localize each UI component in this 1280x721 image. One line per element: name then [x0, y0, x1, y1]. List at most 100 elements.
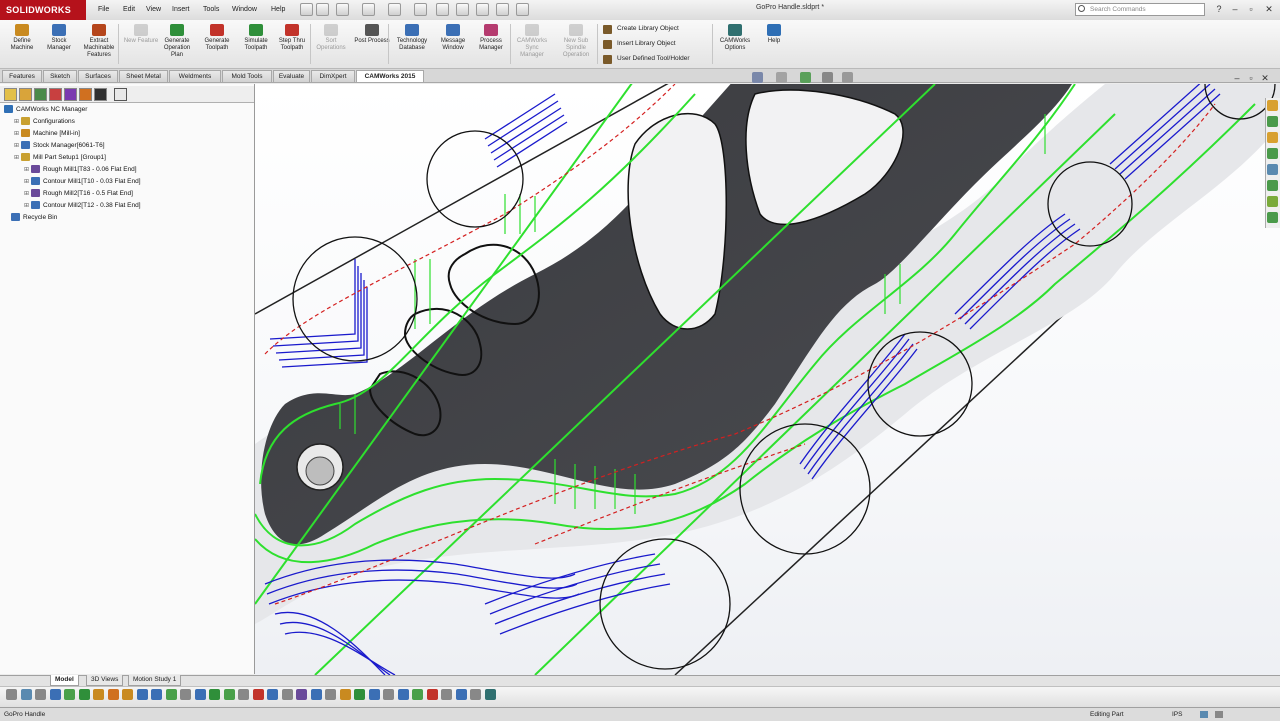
- menu-file[interactable]: File: [98, 3, 109, 17]
- file-explorer-icon[interactable]: [1267, 132, 1278, 143]
- expand-icon[interactable]: ⊞: [14, 128, 21, 140]
- options-icon[interactable]: [496, 3, 509, 16]
- minimize-button[interactable]: –: [1228, 3, 1242, 16]
- expand-icon[interactable]: ⊞: [14, 140, 21, 152]
- create-library-object-button[interactable]: Create Library Object: [603, 22, 679, 36]
- resources-icon[interactable]: [1267, 100, 1278, 111]
- camworks-tool-icon[interactable]: [281, 689, 293, 700]
- menu-help[interactable]: Help: [271, 3, 285, 17]
- bottom-tab-3d-views[interactable]: 3D Views: [86, 675, 124, 686]
- tab-mold-tools[interactable]: Mold Tools: [222, 70, 272, 82]
- graphics-viewport[interactable]: [255, 84, 1280, 675]
- camworks-tool-icon[interactable]: [267, 689, 278, 700]
- status-units[interactable]: IPS: [1172, 708, 1182, 721]
- menu-window[interactable]: Window: [232, 3, 257, 17]
- camworks-tool-icon[interactable]: [310, 689, 322, 700]
- tab-surfaces[interactable]: Surfaces: [78, 70, 118, 82]
- zoom-to-fit-icon[interactable]: [752, 72, 763, 83]
- viewport-minimize-button[interactable]: –: [1230, 72, 1244, 85]
- camworks-tool-icon[interactable]: [122, 689, 133, 700]
- stock-manager-button[interactable]: Stock Manager: [40, 22, 78, 52]
- open-icon[interactable]: [336, 3, 349, 16]
- camworks-tool-icon[interactable]: [93, 689, 104, 700]
- camworks-tool-icon[interactable]: [180, 689, 191, 700]
- generate-toolpath-button[interactable]: Generate Toolpath: [198, 22, 236, 52]
- view-palette-icon[interactable]: [1267, 148, 1278, 159]
- print-icon[interactable]: [388, 3, 401, 16]
- camworks-tool-icon[interactable]: [209, 689, 220, 700]
- save-icon[interactable]: [362, 3, 375, 16]
- view-settings-icon[interactable]: [842, 72, 853, 83]
- tree-item-machine-mill-in[interactable]: ⊞ Machine [Mill-in]: [14, 128, 80, 140]
- tree-item-configurations[interactable]: ⊞ Configurations: [14, 116, 75, 128]
- tab-evaluate[interactable]: Evaluate: [273, 70, 310, 82]
- display-style-icon[interactable]: [822, 72, 833, 83]
- camworks-tool-icon[interactable]: [412, 689, 423, 700]
- insert-library-object-button[interactable]: Insert Library Object: [603, 37, 676, 51]
- camworks-tool-icon[interactable]: [78, 689, 90, 700]
- tree-root-camworks-nc-manager[interactable]: CAMWorks NC Manager: [4, 104, 87, 116]
- camworks-tool-icon[interactable]: [107, 689, 119, 700]
- solidworks-forum-icon[interactable]: [1267, 196, 1278, 207]
- camworks-tool-icon[interactable]: [151, 689, 162, 700]
- camworks-tool-icon[interactable]: [64, 689, 75, 700]
- view-orientation-icon[interactable]: [800, 72, 811, 83]
- camworks-feature-tab-icon[interactable]: [79, 88, 92, 101]
- pin-icon[interactable]: [300, 3, 313, 16]
- camworks-icon[interactable]: [1267, 212, 1278, 223]
- extract-machinable-features-button[interactable]: Extract Machinable Features: [80, 22, 118, 59]
- tree-item-contour-mill2-t12-0-38-flat-end[interactable]: ⊞ Contour Mill2[T12 - 0.38 Flat End]: [24, 200, 141, 212]
- generate-operation-plan-button[interactable]: Generate Operation Plan: [158, 22, 196, 59]
- camworks-tool-icon[interactable]: [325, 689, 336, 700]
- solidworks-logo[interactable]: SOLIDWORKS: [0, 0, 86, 20]
- camworks-tool-icon[interactable]: [484, 689, 496, 700]
- expand-icon[interactable]: ⊞: [24, 176, 31, 188]
- select-icon[interactable]: [436, 3, 449, 16]
- camworks-tool-icon[interactable]: [136, 689, 148, 700]
- display-icon[interactable]: [516, 3, 529, 16]
- message-window-button[interactable]: Message Window: [434, 22, 472, 52]
- process-manager-button[interactable]: Process Manager: [472, 22, 510, 52]
- expand-icon[interactable]: ⊞: [24, 188, 31, 200]
- new-document-icon[interactable]: [316, 3, 329, 16]
- step-thru-toolpath-button[interactable]: Step Thru Toolpath: [273, 22, 311, 52]
- undo-icon[interactable]: [414, 3, 427, 16]
- camworks-tool-icon[interactable]: [455, 689, 467, 700]
- tab-sketch[interactable]: Sketch: [43, 70, 77, 82]
- search-input[interactable]: Search Commands: [1075, 3, 1205, 16]
- camworks-nc-tab-icon[interactable]: [114, 88, 127, 101]
- camworks-tool-icon[interactable]: [383, 689, 394, 700]
- file-properties-icon[interactable]: [476, 3, 489, 16]
- camworks-tool-icon[interactable]: [339, 689, 351, 700]
- simulate-toolpath-button[interactable]: Simulate Toolpath: [237, 22, 275, 52]
- camworks-tool-icon[interactable]: [6, 689, 17, 700]
- camworks-tool-icon[interactable]: [252, 689, 264, 700]
- property-tab-icon[interactable]: [19, 88, 32, 101]
- camworks-tool-icon[interactable]: [441, 689, 452, 700]
- design-library-icon[interactable]: [1267, 116, 1278, 127]
- tree-item-rough-mill2-t16-0-5-flat-end[interactable]: ⊞ Rough Mill2[T16 - 0.5 Flat End]: [24, 188, 133, 200]
- expand-icon[interactable]: ⊞: [14, 116, 21, 128]
- appearances-icon[interactable]: [1267, 164, 1278, 175]
- help-button[interactable]: ?: [1212, 3, 1226, 16]
- tab-camworks-2015[interactable]: CAMWorks 2015: [356, 70, 424, 82]
- menu-view[interactable]: View: [146, 3, 161, 17]
- tab-features[interactable]: Features: [2, 70, 42, 82]
- expand-icon[interactable]: ⊞: [14, 152, 21, 164]
- custom-properties-icon[interactable]: [1267, 180, 1278, 191]
- display-tab-icon[interactable]: [64, 88, 77, 101]
- camworks-operation-tab-icon[interactable]: [94, 88, 107, 101]
- help-button[interactable]: Help: [755, 22, 793, 45]
- tree-item-rough-mill1-t83-0-06-flat-end[interactable]: ⊞ Rough Mill1[T83 - 0.06 Flat End]: [24, 164, 137, 176]
- camworks-tool-icon[interactable]: [194, 689, 206, 700]
- camworks-tool-icon[interactable]: [426, 689, 438, 700]
- tab-weldments[interactable]: Weldments: [169, 70, 221, 82]
- post-process-button[interactable]: Post Process: [353, 22, 391, 45]
- tree-item-contour-mill1-t10-0-03-flat-end[interactable]: ⊞ Contour Mill1[T10 - 0.03 Flat End]: [24, 176, 141, 188]
- dimxpert-tab-icon[interactable]: [49, 88, 62, 101]
- camworks-tool-icon[interactable]: [368, 689, 380, 700]
- expand-icon[interactable]: ⊞: [24, 200, 31, 212]
- configuration-tab-icon[interactable]: [34, 88, 47, 101]
- camworks-tool-icon[interactable]: [20, 689, 32, 700]
- camworks-tool-icon[interactable]: [397, 689, 409, 700]
